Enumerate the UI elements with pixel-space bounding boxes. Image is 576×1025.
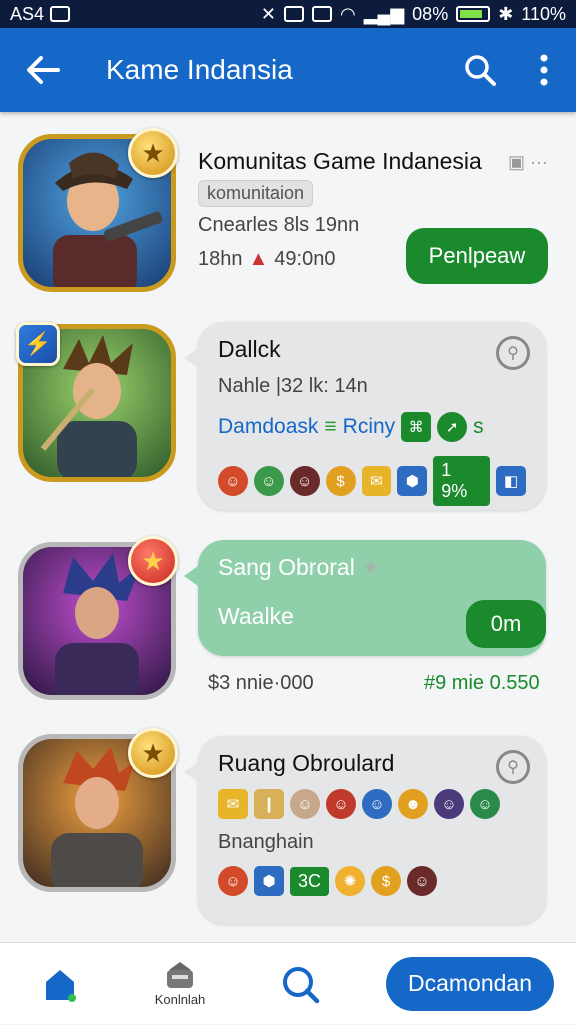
community-title: Komunitas Game Indanesia <box>198 148 482 174</box>
percent-chip: 1 9% <box>433 456 491 506</box>
star-badge-icon: ★ <box>128 728 178 778</box>
member-avatar: ☺ <box>434 789 464 819</box>
mail-icon: ✉ <box>361 466 392 496</box>
sun-icon: ✺ <box>335 866 366 896</box>
community-description: Bnanghain <box>218 831 314 853</box>
signal-icon: ▂▄▆ <box>363 3 405 24</box>
discover-button[interactable]: Dcamondan <box>385 956 554 1011</box>
community-bubble[interactable]: Ruang Obroulard ✉ ❙ ☺ ☺ ☺ ☻ ☺ ☺ Bnanghai… <box>184 736 546 924</box>
activity-value: Rciny <box>342 415 396 438</box>
bluetooth-icon: ✱ <box>498 3 514 24</box>
star-badge-icon: ★ <box>128 128 178 178</box>
stat-time: 18hn <box>198 248 243 270</box>
community-title: Sang Obroral <box>218 554 355 580</box>
status-left-text: AS4 <box>10 3 45 24</box>
mail-icon: ✉ <box>218 789 248 819</box>
options-icon[interactable]: ▣ ··· <box>508 152 548 173</box>
member-avatar: ☺ <box>218 866 248 896</box>
community-price: $3 nnie·000 <box>208 672 314 694</box>
community-title: Ruang Obroulard <box>218 750 395 776</box>
community-members: Cnearles 8ls 19nn <box>198 214 360 236</box>
bottom-nav: Konlnlah Dcamondan <box>0 942 576 1024</box>
page-title: Kame Indansia <box>106 54 293 85</box>
member-avatars: ☺ ⬢ 3C ✺ $ ☺ <box>218 866 526 896</box>
nav-community[interactable]: Konlnlah <box>120 943 240 1025</box>
join-button[interactable]: Penlpeaw <box>406 228 548 284</box>
stat-count: 49:0n0 <box>274 248 336 270</box>
community-members: Nahle |32 lk: 14n <box>218 375 368 397</box>
emoji-icon: ☻ <box>398 789 428 819</box>
coin-icon: $ <box>325 466 356 496</box>
member-avatar: ☺ <box>253 466 284 496</box>
community-activity: Damdoask ≡ Rciny ⌘ ➚ s <box>218 412 526 442</box>
lightning-badge-icon: ⚡ <box>16 322 60 366</box>
share-icon: ➚ <box>437 412 468 442</box>
pin-icon[interactable]: ⚲ <box>496 336 530 370</box>
app-bar: Kame Indansia <box>0 28 576 112</box>
activity-label: Damdoask <box>218 415 319 438</box>
nav-community-label: Konlnlah <box>154 992 206 1007</box>
pin-icon[interactable]: ⚲ <box>496 750 530 784</box>
battery-percent: 08% <box>412 3 449 24</box>
member-avatar: ☺ <box>470 789 500 819</box>
home-icon <box>46 969 76 1002</box>
member-avatar: ☺ <box>326 789 356 819</box>
member-avatar: ☺ <box>362 789 392 819</box>
list-item[interactable]: ★ Komunitas Game Indanesia ▣ ··· komunit… <box>0 112 576 302</box>
tag-icon: ❙ <box>254 789 284 819</box>
nfc-icon <box>312 6 332 22</box>
coin-icon: $ <box>371 866 402 896</box>
activity-suffix: s <box>473 415 484 438</box>
member-avatar: ☺ <box>407 866 438 896</box>
community-reward: #9 mie 0.550 <box>424 672 540 694</box>
stack-icon: ≡ <box>324 415 337 438</box>
status-bar: AS4 ✕ ◠ ▂▄▆ 08% ✱ 110% <box>0 0 576 28</box>
list-item[interactable]: ★ Sang Obroral ★ Waalke 0m $3 nnie·000 #… <box>0 532 576 712</box>
mute-icon: ✕ <box>260 3 276 24</box>
wifi-icon: ◠ <box>340 3 356 24</box>
star-badge-icon: ★ <box>128 536 178 586</box>
battery-icon <box>456 6 491 22</box>
community-title: Dallck <box>218 336 281 362</box>
member-avatar: ☺ <box>290 789 320 819</box>
game-icons: ✉ ❙ ☺ ☺ ☺ ☻ ☺ ☺ <box>218 789 526 819</box>
refresh-search-icon <box>283 966 320 1003</box>
community-icon <box>167 962 193 988</box>
sim-icon <box>284 6 304 22</box>
search-icon[interactable] <box>448 28 512 112</box>
list-item[interactable]: ⚡ Dallck Nahle |32 lk: 14n Damdoask ≡ Rc… <box>0 312 576 522</box>
community-stats: 18hn ▲ 49:0n0 <box>198 248 335 271</box>
notification-icon <box>50 6 71 22</box>
game-chip: 3C <box>290 866 330 896</box>
star-icon: ★ <box>362 557 379 577</box>
signal-percent: 110% <box>521 3 566 24</box>
flame-icon: ▲ <box>248 248 269 270</box>
list-item[interactable]: ★ Ruang Obroulard ✉ ❙ ☺ ☺ ☺ ☻ ☺ ☺ Bnangh… <box>0 722 576 942</box>
game-icon: ⌘ <box>401 412 432 442</box>
shield-icon: ⬢ <box>254 866 284 896</box>
shield-icon: ⬢ <box>397 466 428 496</box>
back-arrow-icon[interactable] <box>0 28 86 112</box>
community-list[interactable]: ★ Komunitas Game Indanesia ▣ ··· komunit… <box>0 112 576 942</box>
cube-icon: ◧ <box>496 466 526 496</box>
more-vert-icon[interactable] <box>512 28 576 112</box>
community-bubble[interactable]: Dallck Nahle |32 lk: 14n Damdoask ≡ Rcin… <box>184 322 546 510</box>
nav-home[interactable] <box>0 943 120 1025</box>
join-button[interactable]: 0m <box>466 600 546 648</box>
community-tag: komunitaion <box>198 180 314 207</box>
member-avatar: ☺ <box>218 466 248 496</box>
member-avatars: ☺ ☺ ☺ $ ✉ ⬢ 1 9% ◧ <box>218 456 526 506</box>
nav-refresh[interactable] <box>240 943 360 1025</box>
member-avatar: ☺ <box>289 466 320 496</box>
